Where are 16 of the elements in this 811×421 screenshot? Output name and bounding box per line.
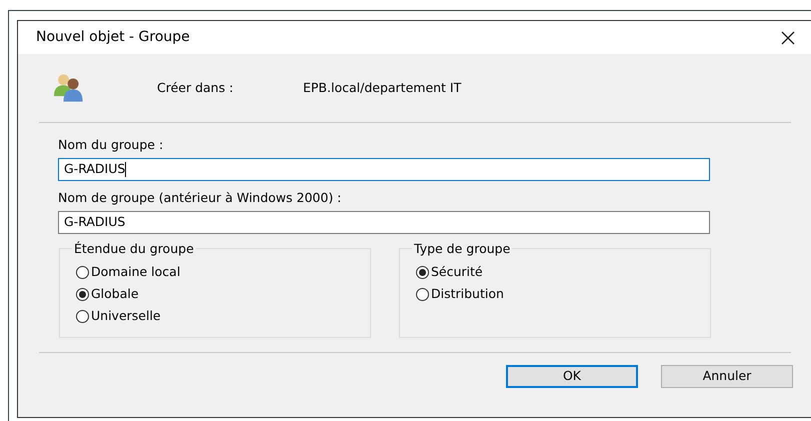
dialog-button[interactable]: OK bbox=[506, 364, 638, 388]
close-icon[interactable] bbox=[781, 30, 795, 44]
location-path: EPB.local/departement IT bbox=[303, 78, 462, 97]
dialog-button[interactable]: Annuler bbox=[661, 364, 793, 388]
window-title: Nouvel objet - Groupe bbox=[36, 28, 190, 47]
radio-option[interactable]: Universelle bbox=[76, 306, 161, 326]
field-label: Nom de groupe (antérieur à Windows 2000) : bbox=[58, 188, 342, 207]
radio-option[interactable]: Distribution bbox=[416, 284, 504, 304]
text-field[interactable]: G-RADIUS bbox=[58, 210, 710, 234]
group-title: Étendue du groupe bbox=[72, 240, 196, 258]
field-label: Nom du groupe : bbox=[58, 136, 164, 154]
radio-option[interactable]: Globale bbox=[76, 284, 139, 304]
radio-option[interactable]: Sécurité bbox=[416, 262, 483, 282]
radio-option[interactable]: Domaine local bbox=[76, 262, 180, 282]
text-field[interactable]: G-RADIUS bbox=[58, 158, 710, 181]
location-label: Créer dans : bbox=[157, 78, 234, 97]
